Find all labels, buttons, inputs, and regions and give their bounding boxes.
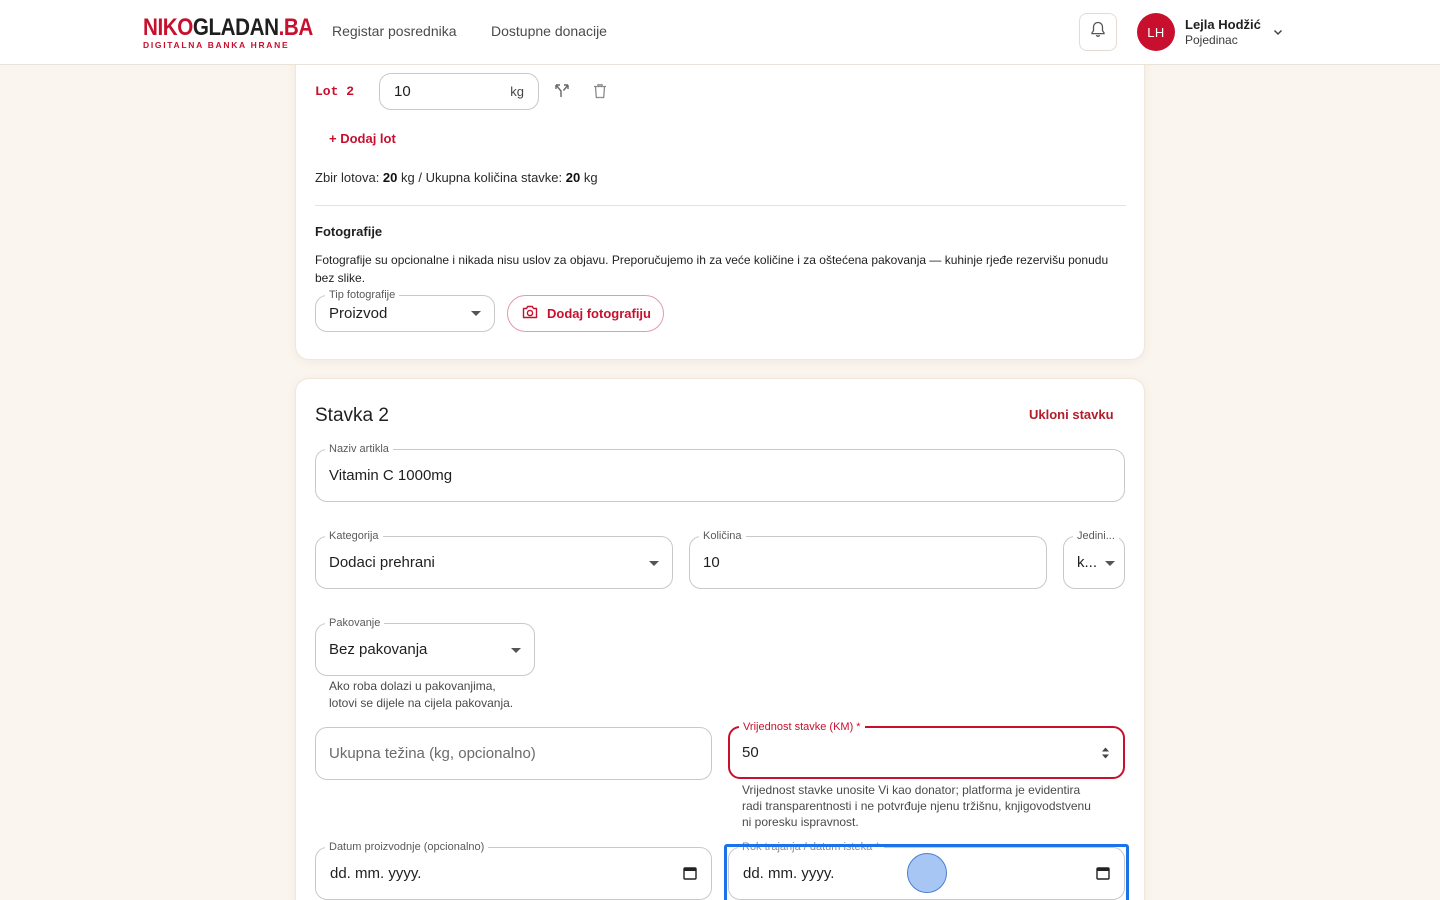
lot-quantity-input[interactable]: 10 kg bbox=[379, 73, 539, 110]
chevron-down-icon[interactable] bbox=[1272, 25, 1284, 43]
quantity-input[interactable]: Količina 10 bbox=[689, 529, 1047, 589]
packaging-select[interactable]: Pakovanje Bez pakovanja bbox=[315, 616, 535, 676]
split-icon[interactable] bbox=[552, 81, 572, 101]
avatar[interactable]: LH bbox=[1137, 13, 1175, 51]
calendar-icon[interactable] bbox=[683, 866, 697, 885]
item-name-input[interactable]: Naziv artikla Vitamin C 1000mg bbox=[315, 442, 1125, 502]
add-lot-button[interactable]: + Dodaj lot bbox=[329, 131, 396, 146]
item-value-input[interactable]: Vrijednost stavke (KM) * 50 bbox=[728, 720, 1125, 779]
remove-item-button[interactable]: Ukloni stavku bbox=[1029, 407, 1114, 422]
touch-indicator bbox=[907, 853, 947, 893]
lot-summary: Zbir lotova: 20 kg / Ukupna količina sta… bbox=[315, 170, 598, 185]
number-stepper-icon[interactable] bbox=[1101, 746, 1110, 760]
user-name[interactable]: Lejla Hodžić bbox=[1185, 17, 1261, 32]
top-header: NIKOGLADAN.BA DIGITALNA BANKA HRANE Regi… bbox=[0, 0, 1440, 65]
trash-icon[interactable] bbox=[590, 81, 610, 101]
dropdown-caret-icon bbox=[1105, 561, 1115, 566]
photos-title: Fotografije bbox=[315, 224, 383, 239]
add-photo-button[interactable]: Dodaj fotografiju bbox=[507, 295, 664, 332]
dropdown-caret-icon bbox=[511, 648, 521, 653]
camera-icon bbox=[522, 305, 538, 322]
packaging-helper: Ako roba dolazi u pakovanjima, lotovi se… bbox=[329, 679, 514, 710]
production-date-input[interactable]: Datum proizvodnje (opcionalno) dd. mm. y… bbox=[315, 840, 712, 900]
item-value-helper: Vrijednost stavke unosite Vi kao donator… bbox=[742, 783, 1091, 829]
item-title: Stavka 2 bbox=[315, 405, 389, 426]
dropdown-caret-icon bbox=[649, 561, 659, 566]
photos-note: Fotografije su opcionalne i nikada nisu … bbox=[315, 253, 1109, 285]
nav-link-donations[interactable]: Dostupne donacije bbox=[491, 23, 607, 39]
category-select[interactable]: Kategorija Dodaci prehrani bbox=[315, 529, 673, 589]
bell-icon bbox=[1090, 21, 1106, 43]
notifications-button[interactable] bbox=[1079, 13, 1117, 51]
nav-link-registry[interactable]: Registar posrednika bbox=[332, 23, 457, 39]
divider bbox=[315, 205, 1126, 206]
lot-label: Lot 2 bbox=[315, 84, 355, 99]
unit-select[interactable]: Jedini... k... bbox=[1063, 529, 1125, 589]
logo[interactable]: NIKOGLADAN.BA DIGITALNA BANKA HRANE bbox=[143, 16, 341, 51]
dropdown-caret-icon bbox=[471, 311, 481, 316]
user-role: Pojedinac bbox=[1185, 33, 1238, 47]
total-weight-input[interactable]: Ukupna težina (kg, opcionalno) bbox=[315, 727, 712, 780]
photo-type-select[interactable]: Tip fotografije Proizvod bbox=[315, 288, 495, 332]
